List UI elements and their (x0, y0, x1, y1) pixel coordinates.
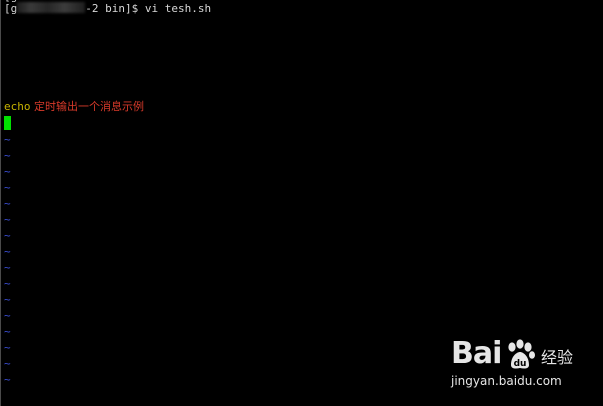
empty-line-tilde: ~ (4, 261, 11, 274)
empty-line-tilde: ~ (4, 293, 11, 306)
watermark-brand: Bai (451, 336, 502, 371)
redacted-hostname (17, 2, 86, 13)
echo-argument: 定时输出一个消息示例 (30, 100, 144, 113)
prompt-prefix: [g (4, 2, 18, 15)
empty-line-tilde: ~ (4, 325, 11, 338)
shell-prompt-line: [g -2 bin]$ vi tesh.sh (4, 1, 211, 17)
empty-line-tilde: ~ (4, 149, 11, 162)
baidu-jingyan-watermark: Bai du 经验 jingyan.baidu.com (451, 334, 591, 394)
empty-line-tilde: ~ (4, 133, 11, 146)
empty-line-tilde: ~ (4, 309, 11, 322)
watermark-product: 经验 (541, 348, 574, 367)
empty-line-tilde: ~ (4, 165, 11, 178)
empty-line-tilde: ~ (4, 181, 11, 194)
empty-line-tilde: ~ (4, 341, 11, 354)
editor-code-line[interactable]: echo 定时输出一个消息示例 (4, 99, 144, 115)
empty-line-tilde: ~ (4, 245, 11, 258)
empty-line-tilde: ~ (4, 229, 11, 242)
empty-line-tilde: ~ (4, 213, 11, 226)
empty-line-tilde: ~ (4, 357, 11, 370)
empty-line-tilde: ~ (4, 277, 11, 290)
baidu-paw-icon: du (508, 339, 535, 369)
empty-line-tilde: ~ (4, 373, 11, 386)
terminal-window[interactable]: [g [g -2 bin]$ vi tesh.sh echo 定时输出一个消息示例… (0, 0, 603, 406)
echo-keyword: echo (4, 100, 31, 113)
empty-line-tilde: ~ (4, 197, 11, 210)
window-left-border (0, 0, 1, 406)
svg-text:du: du (514, 359, 527, 369)
prompt-command: -2 bin]$ vi tesh.sh (85, 2, 212, 15)
watermark-url: jingyan.baidu.com (451, 374, 562, 388)
text-cursor (4, 116, 11, 130)
